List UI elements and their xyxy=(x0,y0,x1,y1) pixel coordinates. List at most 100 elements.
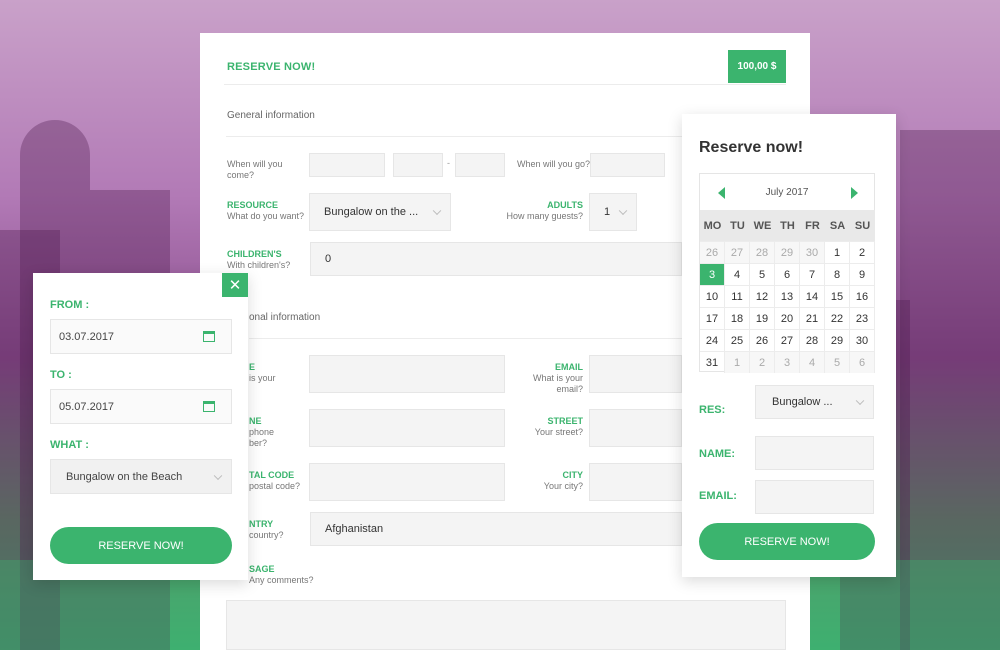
calendar-day[interactable]: 20 xyxy=(775,307,800,329)
city-input[interactable] xyxy=(589,463,682,501)
quick-booking-widget: ✕ FROM : 03.07.2017 TO : 05.07.2017 WHAT… xyxy=(33,273,248,580)
calendar-grid: MO TU WE TH FR SA SU 26 27 28 29 30 1 2 3 4 5 6 7 8 9 10 11 12 1… xyxy=(700,210,875,373)
date-separator: - xyxy=(447,158,450,168)
name-label: Eis your xyxy=(249,362,276,383)
divider xyxy=(249,338,682,339)
calendar-day[interactable]: 4 xyxy=(800,351,825,373)
chevron-down-icon xyxy=(213,471,223,480)
chevron-left-icon[interactable] xyxy=(718,187,725,199)
calendar-day[interactable]: 10 xyxy=(700,285,725,307)
calendar-day[interactable]: 1 xyxy=(725,351,750,373)
calendar-day[interactable]: 30 xyxy=(850,329,875,351)
weekday-header: SU xyxy=(850,210,875,241)
calendar-day[interactable]: 17 xyxy=(700,307,725,329)
calendar-day[interactable]: 2 xyxy=(750,351,775,373)
message-label: SAGE Any comments? xyxy=(249,564,314,585)
name-label: NAME: xyxy=(699,448,736,460)
reserve-now-button[interactable]: RESERVE NOW! xyxy=(699,523,875,560)
children-input[interactable]: 0 xyxy=(310,242,682,276)
adults-select[interactable]: 1 xyxy=(589,193,637,231)
calendar-day[interactable]: 12 xyxy=(750,285,775,307)
weekday-header: FR xyxy=(800,210,825,241)
reserve-now-button[interactable]: RESERVE NOW! xyxy=(50,527,232,564)
calendar-day-selected[interactable]: 3 xyxy=(700,263,725,285)
name-input[interactable] xyxy=(755,436,874,470)
postal-code-input[interactable] xyxy=(309,463,505,501)
personal-info-heading: onal information xyxy=(249,312,321,323)
from-label: FROM : xyxy=(50,299,90,311)
calendar-day[interactable]: 28 xyxy=(750,241,775,263)
calendar-day[interactable]: 9 xyxy=(850,263,875,285)
calendar-day[interactable]: 18 xyxy=(725,307,750,329)
calendar-day[interactable]: 31 xyxy=(700,351,725,373)
calendar-day[interactable]: 14 xyxy=(800,285,825,307)
go-date-input[interactable] xyxy=(590,153,665,177)
calendar-day[interactable]: 4 xyxy=(725,263,750,285)
what-select[interactable]: Bungalow on the Beach xyxy=(50,459,232,494)
calendar-day[interactable]: 28 xyxy=(800,329,825,351)
resource-label: RESOURCE What do you want? xyxy=(227,200,305,221)
calendar-day[interactable]: 26 xyxy=(700,241,725,263)
country-select[interactable]: Afghanistan xyxy=(310,512,682,546)
come-date-input[interactable] xyxy=(309,153,385,177)
resource-select[interactable]: Bungalow ... xyxy=(755,385,874,419)
what-label: WHAT : xyxy=(50,439,89,451)
calendar-day[interactable]: 16 xyxy=(850,285,875,307)
calendar-day[interactable]: 23 xyxy=(850,307,875,329)
calendar-day[interactable]: 2 xyxy=(850,241,875,263)
chevron-down-icon xyxy=(432,206,442,216)
go-date-label: When will you go? xyxy=(516,159,590,169)
calendar-icon[interactable] xyxy=(203,331,215,342)
message-textarea[interactable] xyxy=(226,600,786,650)
calendar-day[interactable]: 27 xyxy=(725,241,750,263)
calendar-day[interactable]: 19 xyxy=(750,307,775,329)
calendar-day[interactable]: 8 xyxy=(825,263,850,285)
resource-select[interactable]: Bungalow on the ... xyxy=(309,193,451,231)
calendar-month: July 2017 xyxy=(765,186,809,198)
calendar-day[interactable]: 7 xyxy=(800,263,825,285)
calendar-day[interactable]: 3 xyxy=(775,351,800,373)
weekday-header: TU xyxy=(725,210,750,241)
calendar-day[interactable]: 24 xyxy=(700,329,725,351)
chevron-right-icon[interactable] xyxy=(851,187,858,199)
email-input[interactable] xyxy=(589,355,682,393)
widget-title: Reserve now! xyxy=(699,139,804,156)
calendar: July 2017 MO TU WE TH FR SA SU 26 27 28 29 30 1 2 3 4 5 6… xyxy=(699,173,875,373)
name-input[interactable] xyxy=(309,355,505,393)
email-input[interactable] xyxy=(755,480,874,514)
come-time-input[interactable] xyxy=(393,153,443,177)
from-date-input[interactable]: 03.07.2017 xyxy=(50,319,232,354)
general-info-heading: General information xyxy=(227,110,315,121)
phone-input[interactable] xyxy=(309,409,505,447)
calendar-day[interactable]: 30 xyxy=(800,241,825,263)
weekday-header: MO xyxy=(700,210,725,241)
city-label: CITY Your city? xyxy=(543,470,583,491)
calendar-day[interactable]: 27 xyxy=(775,329,800,351)
calendar-day[interactable]: 1 xyxy=(825,241,850,263)
close-button[interactable]: ✕ xyxy=(222,273,248,297)
calendar-day[interactable]: 5 xyxy=(750,263,775,285)
street-input[interactable] xyxy=(589,409,682,447)
calendar-day[interactable]: 25 xyxy=(725,329,750,351)
calendar-day[interactable]: 6 xyxy=(850,351,875,373)
calendar-day[interactable]: 13 xyxy=(775,285,800,307)
resource-label: RES: xyxy=(699,404,726,416)
calendar-day[interactable]: 22 xyxy=(825,307,850,329)
calendar-day[interactable]: 21 xyxy=(800,307,825,329)
weekday-header: WE xyxy=(750,210,775,241)
calendar-icon[interactable] xyxy=(203,401,215,412)
calendar-day[interactable]: 15 xyxy=(825,285,850,307)
calendar-booking-widget: Reserve now! July 2017 MO TU WE TH FR SA SU 26 2… xyxy=(682,114,896,577)
children-label: CHILDREN'S With children's? xyxy=(227,249,291,270)
calendar-day[interactable]: 5 xyxy=(825,351,850,373)
calendar-day[interactable]: 26 xyxy=(750,329,775,351)
calendar-day[interactable]: 6 xyxy=(775,263,800,285)
calendar-day[interactable]: 29 xyxy=(775,241,800,263)
price-badge: 100,00 $ xyxy=(728,50,786,83)
form-title: RESERVE NOW! xyxy=(227,61,316,73)
form-header: RESERVE NOW! 100,00 $ xyxy=(224,33,786,85)
to-date-input[interactable]: 05.07.2017 xyxy=(50,389,232,424)
calendar-day[interactable]: 11 xyxy=(725,285,750,307)
come-time-end-input[interactable] xyxy=(455,153,505,177)
calendar-day[interactable]: 29 xyxy=(825,329,850,351)
